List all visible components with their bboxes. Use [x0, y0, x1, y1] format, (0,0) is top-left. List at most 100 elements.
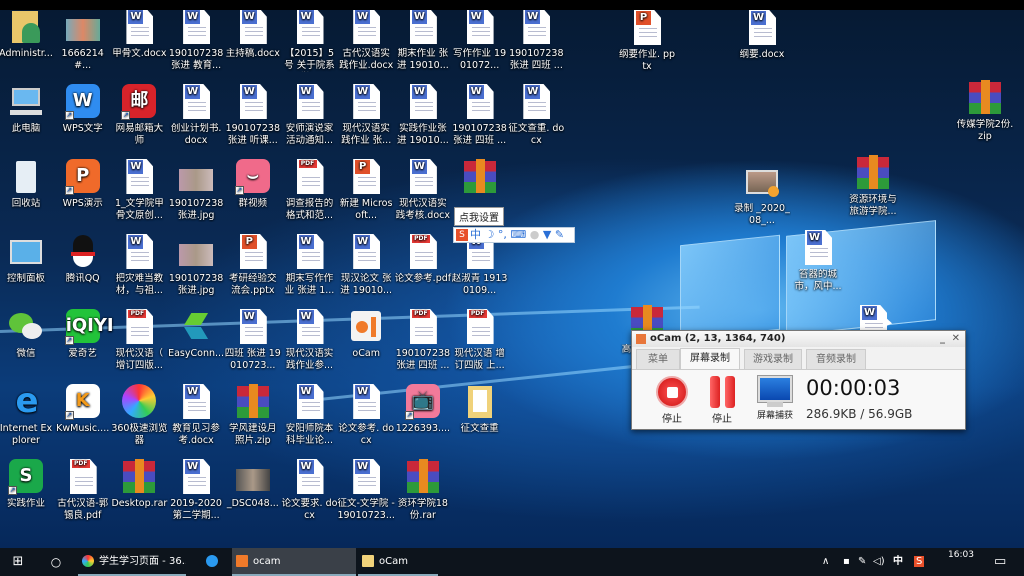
- desktop-icon[interactable]: W 安师演说家 活动通知...: [281, 84, 339, 147]
- ime-mode[interactable]: 中: [470, 228, 481, 241]
- desktop-icon[interactable]: 邮 ↗ 网易邮箱大 师: [110, 84, 168, 147]
- tray-sogou-icon[interactable]: S: [914, 548, 925, 576]
- tray-volume-icon[interactable]: ◁): [873, 548, 885, 576]
- desktop-icon[interactable]: 资源环境与 旅游学院...: [844, 155, 902, 218]
- moon-icon[interactable]: ☽: [485, 228, 495, 241]
- desktop-icon[interactable]: 190107238 张进.jpg: [167, 234, 225, 297]
- tray-show-hidden[interactable]: ∧: [822, 548, 829, 576]
- ocam-window[interactable]: oCam (2, 13, 1364, 740) _ ✕ 菜单 屏幕录制 游戏录制 音频…: [631, 330, 966, 430]
- desktop-icon[interactable]: W 2019-2020 第二学期...: [167, 459, 225, 522]
- ocam-tab[interactable]: 游戏录制: [744, 349, 802, 369]
- desktop-icon[interactable]: ⌣ ↗ 群视频: [224, 159, 282, 210]
- ocam-tab[interactable]: 音频录制: [806, 349, 866, 369]
- desktop-icon[interactable]: 征文查重: [451, 384, 509, 435]
- screen-capture-button[interactable]: 屏幕捕获: [750, 376, 800, 421]
- desktop-icon[interactable]: 控制面板: [0, 234, 55, 285]
- desktop-icon[interactable]: W 写作作业 1901072...: [451, 10, 509, 72]
- desktop-icon[interactable]: 资环学院18 份.rar: [394, 459, 452, 522]
- tray-ime-indicator[interactable]: 中: [893, 548, 903, 576]
- wrench-icon[interactable]: ✎: [555, 228, 564, 241]
- desktop-icon[interactable]: PDF 调查报告的 格式和范...: [281, 159, 339, 222]
- desktop-icon[interactable]: 360极速浏览 器: [110, 384, 168, 447]
- desktop-icon[interactable]: W 四班 张进 19010723...: [224, 309, 282, 372]
- desktop-icon[interactable]: _DSC048...: [224, 459, 282, 510]
- desktop-icon[interactable]: W ↗ WPS文字: [54, 84, 112, 135]
- close-button[interactable]: ✕: [952, 331, 960, 347]
- user-icon[interactable]: ●: [530, 228, 540, 241]
- taskbar-item[interactable]: oCam: [358, 548, 438, 576]
- desktop-icon[interactable]: EasyConn...: [167, 309, 225, 360]
- desktop-icon[interactable]: W 征文查重. docx: [507, 84, 565, 147]
- desktop-icon[interactable]: W 教育见习参 考.docx: [167, 384, 225, 447]
- desktop-icon[interactable]: iQIYI ↗ 爱奇艺: [54, 309, 114, 360]
- desktop-icon[interactable]: W 笞器的城 市，风中...: [789, 230, 847, 293]
- ocam-titlebar[interactable]: oCam (2, 13, 1364, 740) _ ✕: [632, 331, 965, 347]
- desktop-icon[interactable]: 190107238 张进.jpg: [167, 159, 225, 222]
- desktop-icon[interactable]: W 征文-文学院 -19010723...: [337, 459, 395, 522]
- desktop-icon[interactable]: W 把灾难当教 材，与祖...: [110, 234, 168, 297]
- taskbar-item[interactable]: [202, 548, 228, 576]
- desktop-icon[interactable]: W 190107238 张进 四班 ...: [507, 10, 565, 72]
- desktop-icon[interactable]: W 190107238 张进 教育...: [167, 10, 225, 72]
- ime-toolbar[interactable]: S中 ☽ °, ⌨ ● ▼ ✎: [453, 227, 575, 243]
- desktop-icon[interactable]: PDF 现代汉语 增 订四版 上...: [451, 309, 509, 372]
- start-button[interactable]: ⊞: [8, 548, 28, 576]
- desktop-icon[interactable]: [451, 159, 509, 198]
- skin-icon[interactable]: ▼: [543, 228, 551, 241]
- taskbar-item[interactable]: 学生学习页面 - 36...: [78, 548, 186, 576]
- desktop-icon[interactable]: Desktop.rar: [110, 459, 168, 510]
- taskbar-item[interactable]: ocam: [232, 548, 356, 576]
- desktop-icon[interactable]: P ↗ WPS演示: [54, 159, 112, 210]
- punctuation-icon[interactable]: °,: [498, 228, 507, 241]
- search-button[interactable]: ○: [46, 548, 66, 576]
- desktop-icon[interactable]: W 安阳师院本 科毕业论...: [281, 384, 339, 447]
- tray-network-icon[interactable]: ▪: [843, 548, 850, 576]
- keyboard-icon[interactable]: ⌨: [510, 228, 526, 241]
- desktop-icon[interactable]: K ↗ KwMusic....: [54, 384, 112, 435]
- desktop-icon[interactable]: 微信: [0, 309, 55, 360]
- desktop-icon[interactable]: P 新建 Microsoft...: [337, 159, 395, 222]
- notification-button[interactable]: ▭: [994, 548, 1006, 576]
- desktop-icon[interactable]: 传媒学院2份. zip: [956, 80, 1014, 143]
- desktop-icon[interactable]: W 现代汉语实 践考核.docx: [394, 159, 452, 222]
- desktop-icon[interactable]: PDF 190107238 张进 四班 ...: [394, 309, 452, 372]
- desktop-icon[interactable]: W 190107238 张进 听课...: [224, 84, 282, 147]
- desktop-icon[interactable]: P 考研经验交 流会.pptx: [224, 234, 282, 297]
- desktop-icon[interactable]: W 【2015】5号 关于院系学...: [281, 10, 339, 72]
- desktop-icon[interactable]: W 期末写作作 业 张进 1...: [281, 234, 339, 297]
- desktop-icon[interactable]: PDF 现代汉语（ 增订四版...: [110, 309, 168, 372]
- desktop-icon[interactable]: 录制 _2020_08_...: [733, 164, 791, 227]
- desktop-icon[interactable]: 📺 ↗ 1226393....: [394, 384, 452, 435]
- desktop-icon[interactable]: 此电脑: [0, 84, 55, 135]
- desktop-icon[interactable]: 回收站: [0, 159, 55, 210]
- ocam-tab[interactable]: 屏幕录制: [680, 348, 740, 370]
- desktop-icon[interactable]: oCam: [337, 309, 395, 360]
- ocam-tab[interactable]: 菜单: [636, 349, 680, 369]
- desktop-icon[interactable]: 腾讯QQ: [54, 234, 112, 285]
- sogou-icon[interactable]: S: [456, 229, 468, 241]
- minimize-button[interactable]: _: [940, 331, 945, 347]
- desktop-icon[interactable]: W 古代汉语实 践作业.docx: [337, 10, 395, 72]
- desktop-icon[interactable]: W 纲要.docx: [733, 10, 791, 61]
- stop-button[interactable]: 停止: [652, 376, 692, 425]
- desktop-icon[interactable]: PDF 论文参考.pdf: [394, 234, 452, 285]
- desktop-icon[interactable]: W 190107238 张进 四班 ...: [451, 84, 509, 147]
- desktop-icon[interactable]: W 主持稿.docx: [224, 10, 282, 60]
- desktop-icon[interactable]: W赵淑青 19130109...: [451, 234, 509, 297]
- desktop-icon[interactable]: W 现代汉语实 践作业 张...: [337, 84, 395, 147]
- tray-pen-icon[interactable]: ✎: [858, 548, 866, 576]
- desktop-icon[interactable]: e Internet Explorer: [0, 384, 55, 447]
- desktop-icon[interactable]: S ↗ 实践作业: [0, 459, 55, 510]
- desktop-icon[interactable]: W 实践作业张 进 19010...: [394, 84, 452, 147]
- pause-button[interactable]: 停止: [702, 376, 742, 425]
- desktop-icon[interactable]: Administr...: [0, 10, 55, 60]
- desktop-icon[interactable]: W 现代汉语实 践作业参...: [281, 309, 339, 372]
- tray-clock[interactable]: 16:03: [948, 548, 974, 576]
- desktop-icon[interactable]: W 现汉论文 张 进 19010...: [337, 234, 395, 297]
- desktop-icon[interactable]: 1666214#...: [54, 10, 112, 72]
- desktop-icon[interactable]: W 1_文学院甲 骨文原创...: [110, 159, 168, 222]
- desktop-icon[interactable]: PDF 古代汉语-郭 锡良.pdf: [54, 459, 112, 522]
- desktop-icon[interactable]: 学风建设月 照片.zip: [224, 384, 282, 447]
- desktop-icon[interactable]: W 甲骨文.docx: [110, 10, 168, 60]
- desktop-icon[interactable]: W 论文要求. docx: [281, 459, 339, 522]
